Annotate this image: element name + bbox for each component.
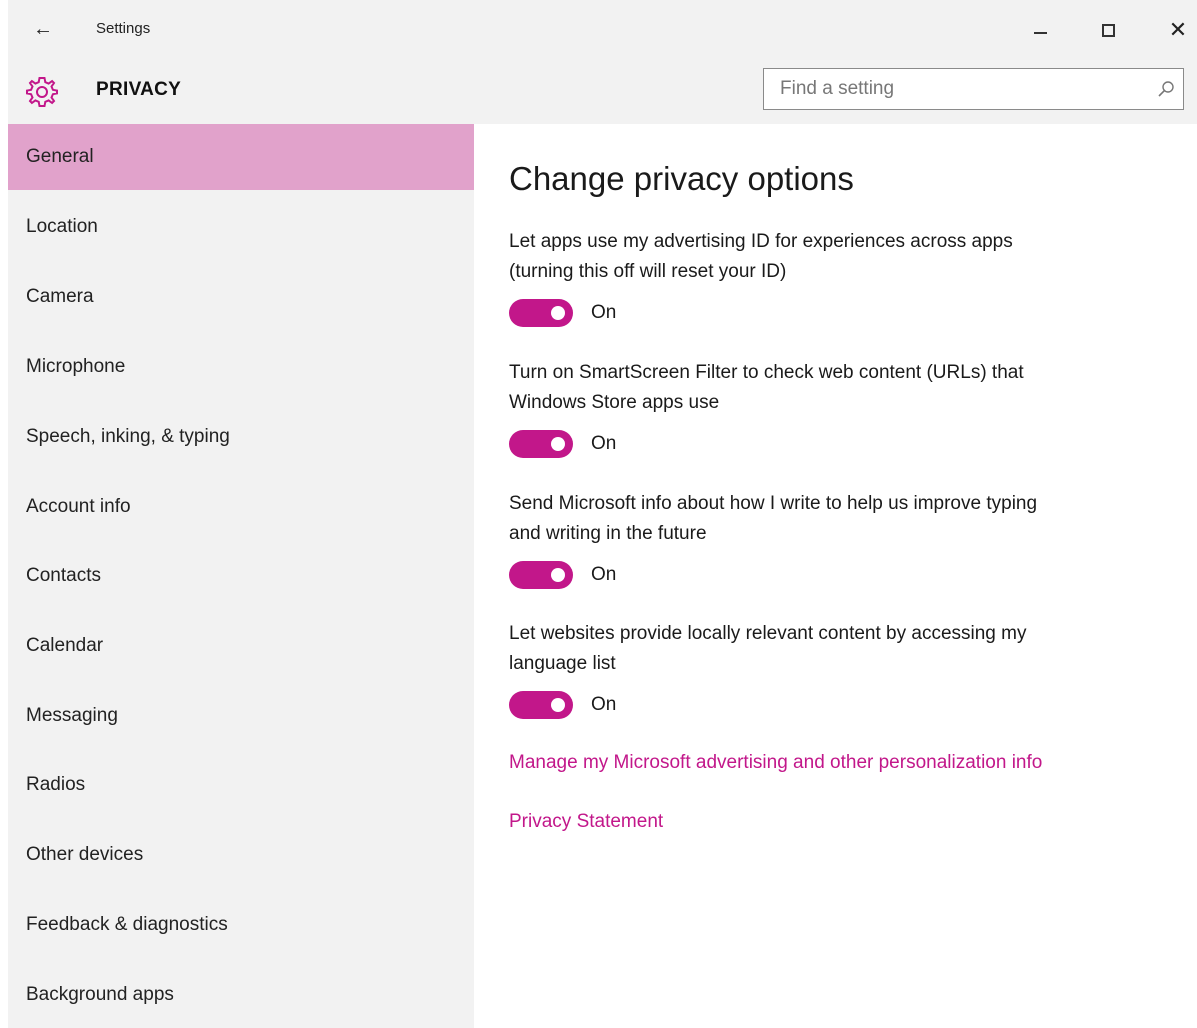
sidebar-item-location[interactable]: Location <box>8 194 474 260</box>
maximize-button[interactable] <box>1088 12 1128 48</box>
page-header: PRIVACY <box>8 62 1197 124</box>
sidebar-item-radios[interactable]: Radios <box>8 752 474 818</box>
sidebar-item-camera[interactable]: Camera <box>8 264 474 330</box>
title-bar: ← Settings ✕ <box>8 0 1197 62</box>
option-description-line: Turn on SmartScreen Filter to check web … <box>509 362 1024 383</box>
toggle-knob <box>551 306 565 320</box>
arrow-left-icon: ← <box>33 17 53 40</box>
maximize-icon <box>1101 23 1115 37</box>
option-description-line: Windows Store apps use <box>509 392 720 413</box>
sidebar-item-account-info[interactable]: Account info <box>8 474 474 540</box>
sidebar-nav: General Location Camera Microphone Speec… <box>8 124 474 1028</box>
option-advertising-id: Let apps use my advertising ID for exper… <box>509 227 1169 327</box>
close-button[interactable]: ✕ <box>1158 12 1197 48</box>
section-title: PRIVACY <box>96 79 182 100</box>
minimize-button[interactable] <box>1020 12 1060 48</box>
option-description: Turn on SmartScreen Filter to check web … <box>509 358 1169 418</box>
search-icon[interactable] <box>1157 80 1175 98</box>
search-box[interactable] <box>763 68 1184 110</box>
sidebar-item-general[interactable]: General <box>8 124 474 190</box>
sidebar-item-background-apps[interactable]: Background apps <box>8 962 474 1028</box>
sidebar-item-contacts[interactable]: Contacts <box>8 543 474 609</box>
manage-advertising-link[interactable]: Manage my Microsoft advertising and othe… <box>509 752 1042 774</box>
sidebar-item-microphone[interactable]: Microphone <box>8 334 474 400</box>
option-description-line: Let websites provide locally relevant co… <box>509 623 1027 644</box>
option-description-line: and writing in the future <box>509 523 707 544</box>
option-smartscreen: Turn on SmartScreen Filter to check web … <box>509 358 1169 458</box>
smartscreen-toggle[interactable] <box>509 430 573 458</box>
option-description-line: Send Microsoft info about how I write to… <box>509 493 1038 514</box>
main-content: Change privacy options Let apps use my a… <box>474 124 1197 1028</box>
sidebar-item-feedback[interactable]: Feedback & diagnostics <box>8 892 474 958</box>
option-description-line: language list <box>509 653 616 674</box>
language-list-toggle[interactable] <box>509 691 573 719</box>
toggle-row: On <box>509 561 616 589</box>
toggle-state-label: On <box>591 694 617 715</box>
toggle-state-label: On <box>591 302 617 323</box>
option-description-line: Let apps use my advertising ID for exper… <box>509 231 1013 252</box>
sidebar-item-calendar[interactable]: Calendar <box>8 613 474 679</box>
back-button[interactable]: ← <box>28 14 58 44</box>
search-input[interactable] <box>764 69 1144 109</box>
advertising-id-toggle[interactable] <box>509 299 573 327</box>
settings-window: ← Settings ✕ PRIVACY General <box>0 0 1197 1028</box>
toggle-knob <box>551 568 565 582</box>
sidebar-item-speech[interactable]: Speech, inking, & typing <box>8 404 474 470</box>
page-title: Change privacy options <box>509 160 854 197</box>
typing-info-toggle[interactable] <box>509 561 573 589</box>
sidebar-item-messaging[interactable]: Messaging <box>8 683 474 749</box>
toggle-row: On <box>509 299 616 327</box>
option-description: Let apps use my advertising ID for exper… <box>509 227 1169 287</box>
privacy-statement-link[interactable]: Privacy Statement <box>509 811 663 833</box>
sidebar-item-other-devices[interactable]: Other devices <box>8 822 474 888</box>
toggle-row: On <box>509 691 616 719</box>
close-icon: ✕ <box>1168 17 1188 42</box>
app-title: Settings <box>96 20 151 37</box>
toggle-knob <box>551 437 565 451</box>
toggle-state-label: On <box>591 564 617 585</box>
option-language-list: Let websites provide locally relevant co… <box>509 619 1169 719</box>
gear-icon <box>26 77 58 107</box>
toggle-state-label: On <box>591 433 617 454</box>
option-description-line: (turning this off will reset your ID) <box>509 261 787 282</box>
minimize-icon <box>1033 32 1047 34</box>
option-description: Send Microsoft info about how I write to… <box>509 489 1169 549</box>
toggle-knob <box>551 698 565 712</box>
option-description: Let websites provide locally relevant co… <box>509 619 1169 679</box>
toggle-row: On <box>509 430 616 458</box>
option-typing-info: Send Microsoft info about how I write to… <box>509 489 1169 589</box>
